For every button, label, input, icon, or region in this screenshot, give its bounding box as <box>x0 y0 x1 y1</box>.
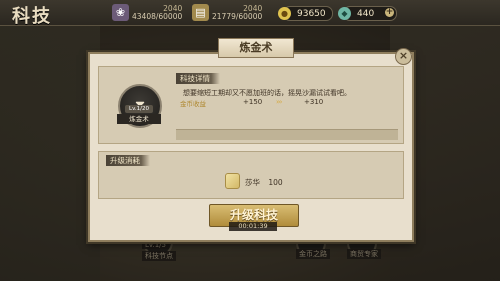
gem-value: 440 <box>357 8 375 19</box>
cost-amount: 100 <box>268 178 283 187</box>
wood-amount: 21779/60000 <box>212 11 263 21</box>
top-bar: 科技 ❀ 2040 43408/60000 ▤ 2040 21779/60000… <box>0 0 500 27</box>
cost-section-label: 升级消耗 <box>106 155 150 166</box>
cost-line: 莎华 100 <box>245 177 283 188</box>
food-resource[interactable]: ❀ 2040 43408/60000 <box>112 4 182 21</box>
food-icon: ❀ <box>112 4 129 21</box>
detail-footer-bar <box>176 129 398 140</box>
close-button[interactable]: × <box>395 48 412 65</box>
add-gem-button[interactable]: + <box>385 8 394 17</box>
scroll-resource-icon <box>225 173 240 189</box>
page-title: 科技 <box>12 6 52 27</box>
wood-icon: ▤ <box>192 4 209 21</box>
next-value: +310 <box>304 98 324 106</box>
gem-icon: ◆ <box>338 7 351 20</box>
attribute-label: 金币收益 <box>180 100 206 108</box>
cost-item-name: 莎华 <box>245 178 260 187</box>
tech-description: 想要缩短工期却又不愿加班的话，摇晃沙漏试试看吧。 <box>183 89 351 97</box>
coin-icon: ● <box>278 7 291 20</box>
current-value: +150 <box>243 98 263 106</box>
coin-counter[interactable]: ● 93650 <box>278 6 333 21</box>
food-amount: 43408/60000 <box>132 11 183 21</box>
coin-value: 93650 <box>297 8 326 19</box>
tech-name-label: 炼金术 <box>117 114 161 124</box>
wood-resource[interactable]: ▤ 2040 21779/60000 <box>192 4 262 21</box>
tech-level-badge: Lv.1/20 <box>125 105 153 113</box>
upgrade-arrows-icon: ››› <box>276 98 282 106</box>
dialog-title: 炼金术 <box>218 38 294 58</box>
gem-counter[interactable]: ◆ 440 + <box>338 6 397 21</box>
upgrade-timer: 00:01:39 <box>229 222 277 231</box>
detail-section-label: 科技详情 <box>176 73 220 84</box>
close-icon[interactable]: × <box>399 49 408 62</box>
